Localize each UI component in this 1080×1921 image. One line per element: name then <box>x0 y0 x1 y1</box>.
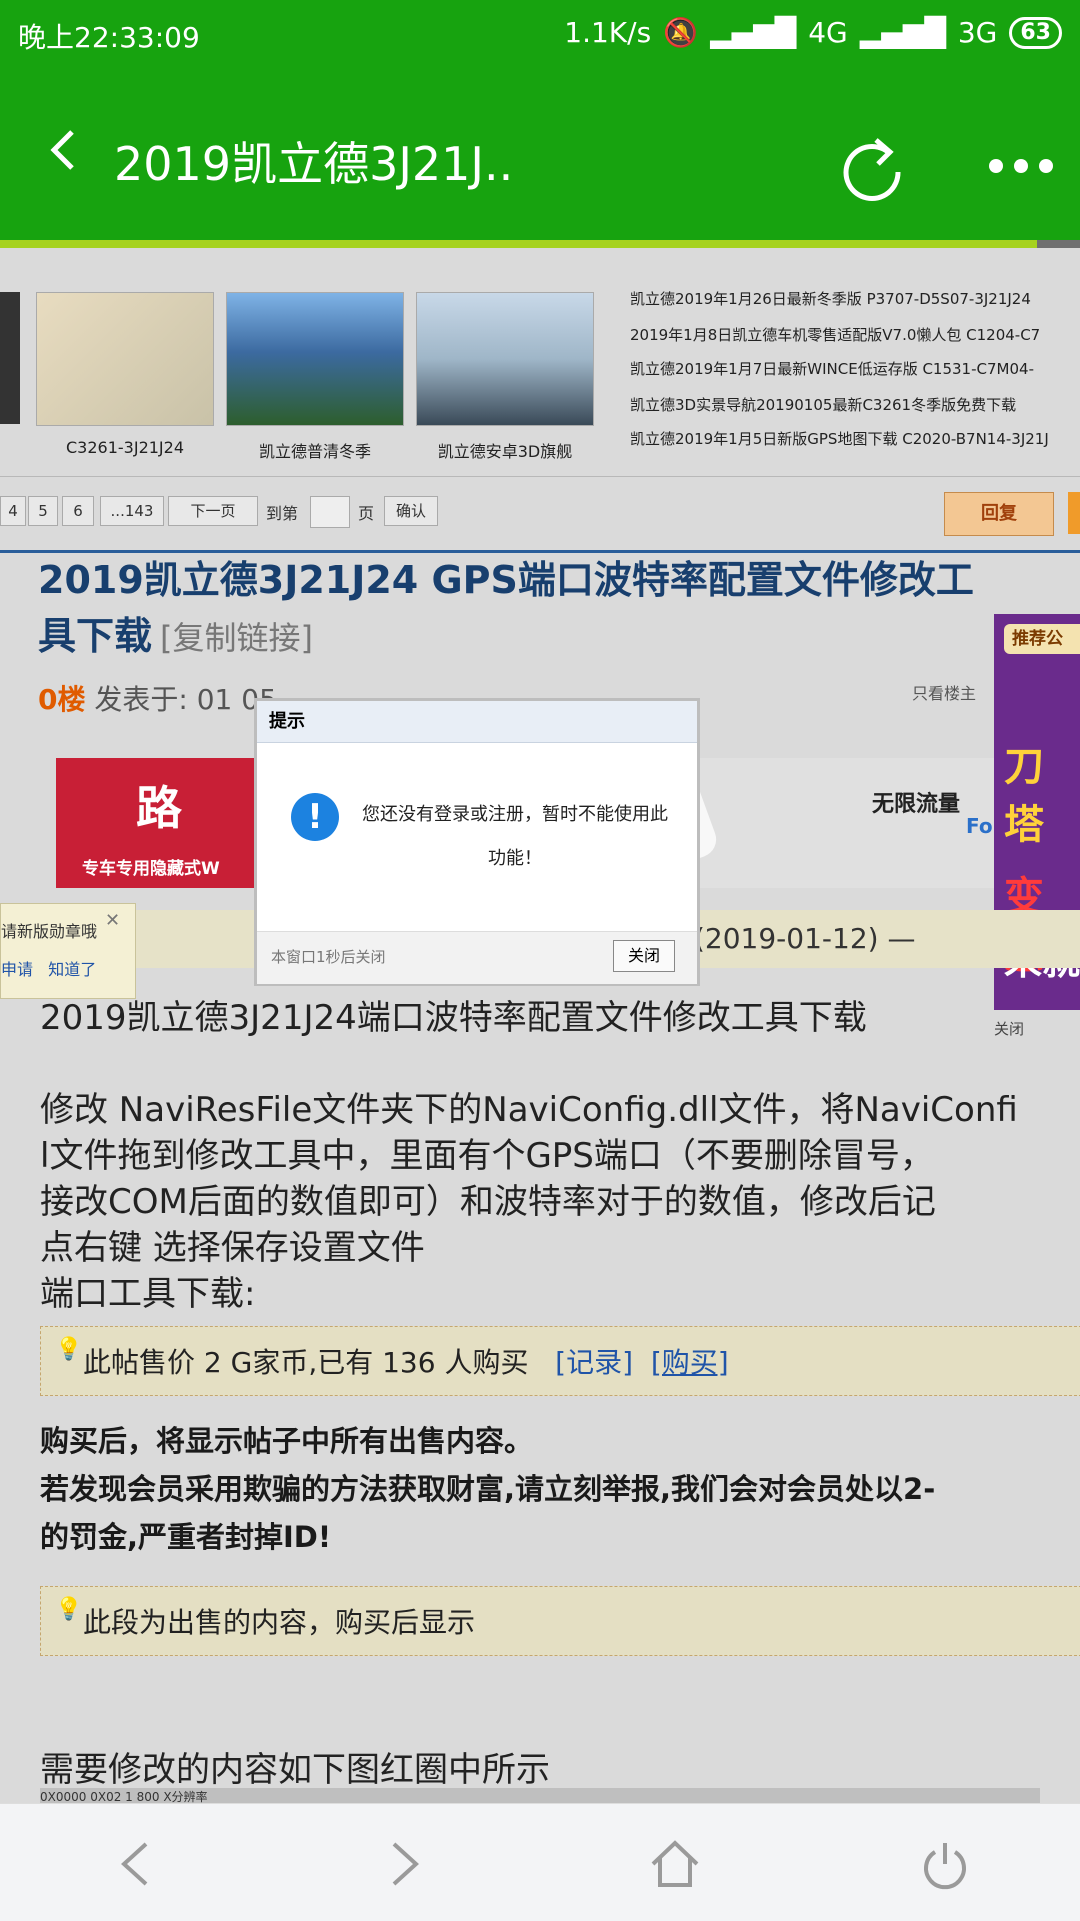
record-link[interactable]: [记录] <box>555 1346 633 1379</box>
lightbulb-icon: 💡 <box>55 1337 83 1362</box>
network-type-2: 3G <box>957 16 998 49</box>
signal-icon: ▂▄▆█ <box>710 16 797 49</box>
post-date: (2019-01-12) — <box>694 922 916 955</box>
thumbnail-caption[interactable]: C3261-3J21J24 <box>30 438 220 457</box>
thumbnail-caption[interactable]: 凯立德普清冬季 <box>220 438 410 462</box>
ad-fo-text: Fo <box>966 814 993 838</box>
post-tail-line: 需要修改的内容如下图红圈中所示 <box>40 1750 550 1790</box>
sale-info-box: 💡 此帖售价 2 G家币,已有 136 人购买 [记录] [购买] <box>40 1326 1080 1396</box>
thumbnail-partial[interactable] <box>0 292 20 424</box>
news-link[interactable]: 凯立德2019年1月26日最新冬季版 P3707-D5S07-3J21J24 <box>630 288 1031 309</box>
web-page[interactable]: C3261-3J21J24 凯立德普清冬季 凯立德安卓3D旗舰 凯立德2019年… <box>0 248 1080 1803</box>
loading-progress-track <box>1037 240 1080 248</box>
hidden-content-box: 💡 此段为出售的内容，购买后显示 <box>40 1586 1080 1656</box>
notice-line: 若发现会员采用欺骗的方法获取财富,请立刻举报,我们会对会员处以2- <box>40 1472 936 1506</box>
home-icon[interactable] <box>650 1840 700 1888</box>
thumbnail-map-2[interactable] <box>226 292 404 426</box>
thumbnail-map-3[interactable] <box>416 292 594 426</box>
hint-links: 申请 知道了 <box>1 956 96 980</box>
ad-logo: 路 <box>136 781 182 835</box>
login-required-dialog: 提示 ! 您还没有登录或注册，暂时不能使用此功能！ 本窗口1秒后关闭 关闭 <box>254 698 700 986</box>
post-paragraph-line: 接改COM后面的数值即可）和波特率对于的数值，修改后记 <box>40 1182 936 1222</box>
nav-back-icon[interactable] <box>120 1842 150 1886</box>
reply-button[interactable]: 回复 <box>944 492 1054 536</box>
post-floor-info: 0楼 发表于: 01 05 <box>38 678 277 718</box>
copy-link-button[interactable]: [复制链接] <box>160 619 313 657</box>
dialog-title: 提示 <box>257 701 697 743</box>
news-link[interactable]: 凯立德3D实景导航20190105最新C3261冬季版免费下载 <box>630 394 1016 415</box>
news-link[interactable]: 凯立德2019年1月5日新版GPS地图下载 C2020-B7N14-3J21J <box>630 428 1049 449</box>
post-title: 2019凯立德3J21J24 GPS端口波特率配置文件修改工具下载 [复制链接] <box>38 552 998 666</box>
confirm-page-button[interactable]: 确认 <box>384 496 438 526</box>
mute-icon: 🔕 <box>663 16 699 49</box>
page-last-button[interactable]: ...143 <box>100 496 164 526</box>
ad-left-panel: 路 专车专用隐藏式W <box>56 758 256 888</box>
hint-text: 请新版勋章哦 <box>1 922 98 941</box>
post-line: 2019凯立德3J21J24端口波特率配置文件修改工具下载 <box>40 998 867 1038</box>
medal-hint-popup: 请新版勋章哦 ✕ 申请 知道了 <box>0 903 136 999</box>
close-icon[interactable]: ✕ <box>105 910 120 931</box>
notice-line: 购买后，将显示帖子中所有出售内容。 <box>40 1424 534 1458</box>
ad-unlimited-text: 无限流量 <box>872 792 961 817</box>
sale-info: 此帖售价 2 G家币,已有 136 人购买 [记录] [购买] <box>83 1341 729 1381</box>
status-time: 晚上22:33:09 <box>18 21 200 54</box>
signal-icon-2: ▂▄▆█ <box>859 16 946 49</box>
page-5-button[interactable]: 5 <box>28 496 58 526</box>
config-table-preview: 0X0000 0X02 1 800 X分辨率 <box>40 1788 1040 1803</box>
dialog-message: 您还没有登录或注册，暂时不能使用此功能！ <box>362 804 668 869</box>
ad-brand-text: 专车专用隐藏式W <box>82 859 220 879</box>
got-it-link[interactable]: 知道了 <box>48 960 96 979</box>
dialog-close-button[interactable]: 关闭 <box>613 940 675 972</box>
hidden-content-text: 此段为出售的内容，购买后显示 <box>83 1606 476 1639</box>
buy-link[interactable]: [购买] <box>651 1346 729 1379</box>
page-number-input[interactable] <box>310 496 350 528</box>
recommend-tag: 推荐公 <box>1004 624 1080 654</box>
network-type-1: 4G <box>808 16 848 49</box>
page-unit-label: 页 <box>358 504 375 523</box>
apply-link[interactable]: 申请 <box>1 960 33 979</box>
thumbnail-map-1[interactable] <box>36 292 214 426</box>
only-owner-link[interactable]: 只看楼主 <box>912 680 976 704</box>
more-menu-icon[interactable] <box>986 154 1056 178</box>
page-6-button[interactable]: 6 <box>62 496 94 526</box>
loading-progress-bar <box>0 240 1037 248</box>
posted-time: 发表于: 01 05 <box>94 683 277 716</box>
sale-text: 此帖售价 2 G家币,已有 136 人购买 <box>83 1346 529 1379</box>
next-page-button[interactable]: 下一页 <box>168 496 258 526</box>
reload-icon[interactable] <box>838 134 908 204</box>
back-arrow-icon[interactable] <box>44 130 84 170</box>
lightbulb-icon: 💡 <box>55 1597 83 1622</box>
status-bar: 晚上22:33:09 1.1K/s 🔕 ▂▄▆█ 4G ▂▄▆█ 3G 63 <box>0 0 1080 72</box>
divider <box>0 476 1080 477</box>
news-link[interactable]: 凯立德2019年1月7日最新WINCE低运存版 C1531-C7M04- <box>630 358 1034 379</box>
bottom-navigation-bar <box>0 1803 1080 1921</box>
thumbnail-caption[interactable]: 凯立德安卓3D旗舰 <box>410 438 600 462</box>
power-icon[interactable] <box>920 1840 970 1890</box>
notice-line: 的罚金,严重者封掉ID! <box>40 1520 332 1554</box>
post-paragraph-line: 端口工具下载: <box>40 1274 256 1314</box>
side-ad-close-button[interactable]: 关闭 <box>994 1018 1024 1039</box>
goto-label: 到第 <box>266 504 299 523</box>
nav-forward-icon[interactable] <box>390 1842 420 1886</box>
page-title: 2019凯立德3J21J.. <box>114 137 514 191</box>
status-indicators: 1.1K/s 🔕 ▂▄▆█ 4G ▂▄▆█ 3G 63 <box>564 16 1062 49</box>
info-icon: ! <box>291 793 339 841</box>
post-paragraph-line: 修改 NaviResFile文件夹下的NaviConfig.dll文件，将Nav… <box>40 1090 1018 1130</box>
post-paragraph-line: 点右键 选择保存设置文件 <box>40 1228 425 1268</box>
news-link[interactable]: 2019年1月8日凯立德车机零售适配版V7.0懒人包 C1204-C7 <box>630 324 1040 345</box>
browser-title-bar: 2019凯立德3J21J.. <box>0 72 1080 240</box>
auto-close-note: 本窗口1秒后关闭 <box>271 948 386 966</box>
dialog-footer: 本窗口1秒后关闭 关闭 <box>257 931 697 984</box>
network-speed: 1.1K/s <box>564 16 652 49</box>
floor-number: 0楼 <box>38 683 86 716</box>
post-paragraph-line: l文件拖到修改工具中，里面有个GPS端口（不要删除冒号， <box>40 1136 934 1176</box>
new-post-button[interactable] <box>1068 492 1080 534</box>
page-4-button[interactable]: 4 <box>0 496 26 526</box>
battery-icon: 63 <box>1009 16 1062 49</box>
side-ad-text: 刀塔 <box>1004 744 1044 848</box>
